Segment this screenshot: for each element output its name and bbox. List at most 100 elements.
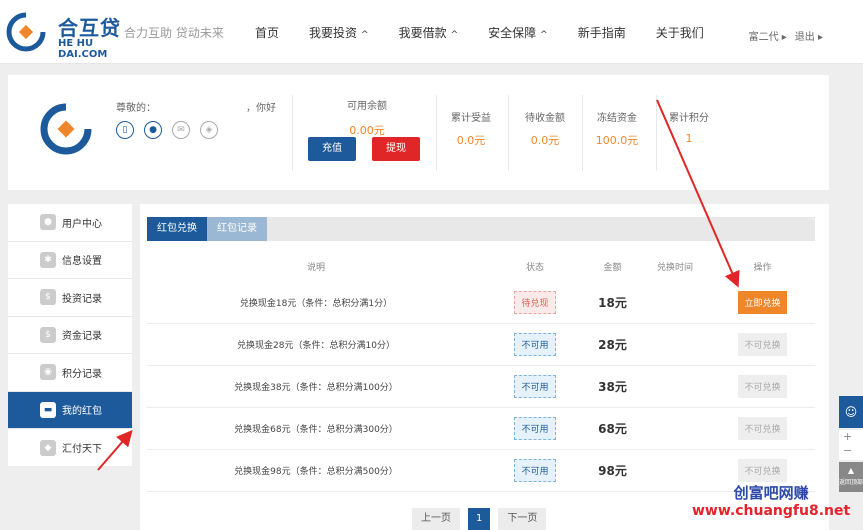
site-logo[interactable]: 合互贷 HE HU DAI.COM [6, 10, 124, 60]
user-links: 富二代 ▸ 退出 ▸ [749, 28, 823, 43]
gear-icon: ✱ [40, 251, 56, 268]
nav-borrow[interactable]: 我要借款 ^ [384, 0, 474, 64]
site-header: 合互贷 HE HU DAI.COM 合力互助 贷动未来 首页 我要投资 ^ 我要借… [0, 0, 863, 64]
money-bag-icon: $ [40, 326, 56, 343]
status-badge: 待兑现 [514, 291, 556, 314]
watermark-line2: www.chuangfu8.net [692, 503, 851, 519]
row-amount: 28元 [598, 338, 627, 352]
shield-icon: ◆ [40, 439, 56, 456]
status-badge: 不可用 [514, 333, 556, 356]
column-header: 状态 [525, 263, 544, 273]
redeem-disabled-button: 不可兑换 [738, 375, 787, 398]
status-badge: 不可用 [514, 417, 556, 440]
logo-text-en: HE HU DAI.COM [58, 38, 108, 60]
zoom-out-button[interactable]: − [843, 444, 863, 458]
recharge-button[interactable]: 充值 [308, 137, 356, 161]
status-badge: 不可用 [514, 375, 556, 398]
nav-home[interactable]: 首页 [240, 0, 294, 64]
stat-value: 0.0元 [530, 134, 560, 147]
stat-frozen-funds: 冻结资金 100.0元 [582, 109, 652, 148]
withdraw-button[interactable]: 提现 [372, 137, 420, 161]
sidebar-item-red-packets[interactable]: ▬ 我的红包 [8, 391, 132, 429]
column-header: 金额 [603, 263, 622, 273]
divider [508, 95, 509, 171]
user-icon: ● [40, 214, 56, 231]
watermark: 创富吧网赚 www.chuangfu8.net [692, 484, 850, 520]
username-link[interactable]: 富二代 ▸ [749, 28, 787, 43]
row-amount: 38元 [598, 380, 627, 394]
stat-value: 0.0元 [456, 134, 486, 147]
qq-chat-icon[interactable]: ☺ [839, 396, 863, 428]
column-header: 兑换时间 [656, 263, 693, 273]
zoom-controls: + − [839, 430, 863, 460]
zoom-in-button[interactable]: + [843, 430, 863, 444]
mail-icon[interactable]: ✉ [172, 121, 190, 139]
tab-redeem[interactable]: 红包兑换 [147, 217, 207, 241]
main-content: 红包兑换 红包记录 说明 状态 金额 兑换时间 操作 兑换现金18元（条件：总积… [140, 204, 829, 530]
logout-link[interactable]: 退出 ▸ [795, 28, 823, 43]
table-row: 兑换现金28元（条件：总积分满10分） 不可用 28元 不可兑换 [147, 324, 815, 366]
nav-security-label: 安全保障 [488, 26, 537, 40]
nav-guide-label: 新手指南 [577, 26, 626, 40]
stat-value: 100.0元 [595, 134, 639, 147]
greeting-prefix: 尊敬的： [116, 103, 156, 114]
table-row: 兑换现金68元（条件：总积分满300分） 不可用 68元 不可兑换 [147, 408, 815, 450]
greeting: 尊敬的： ，你好 [116, 99, 276, 114]
tab-bar: 红包兑换 红包记录 [147, 217, 815, 241]
user-icon[interactable]: ● [144, 121, 162, 139]
card-icon: ▬ [40, 401, 56, 418]
balance-label: 可用余额 [347, 101, 387, 112]
sidebar-item-label: 信息设置 [62, 256, 102, 268]
sidebar-item-points[interactable]: ◉ 积分记录 [8, 354, 132, 392]
balance-block: 可用余额 0.00元 [302, 97, 432, 138]
redeem-now-button[interactable]: 立即兑换 [738, 291, 787, 314]
row-description: 兑换现金38元（条件：总积分满100分） [234, 383, 398, 393]
slogan: 合力互助 贷动未来 [124, 26, 224, 40]
balance-actions: 充值 提现 [308, 137, 420, 161]
nav-about[interactable]: 关于我们 [641, 0, 719, 64]
column-header: 说明 [306, 263, 325, 273]
main-nav: 首页 我要投资 ^ 我要借款 ^ 安全保障 ^ 新手指南 关于我们 [240, 0, 719, 64]
balance-value: 0.00元 [349, 124, 385, 137]
table-row: 兑换现金18元（条件：总积分满1分） 待兑现 18元 立即兑换 [147, 282, 815, 324]
row-description: 兑换现金98元（条件：总积分满500分） [234, 467, 398, 477]
prev-page-button[interactable]: 上一页 [412, 508, 460, 530]
avatar [40, 103, 92, 155]
sidebar-item-settings[interactable]: ✱ 信息设置 [8, 242, 132, 279]
nav-security[interactable]: 安全保障 ^ [473, 0, 563, 64]
sidebar-item-label: 投资记录 [62, 293, 102, 305]
chevron-up-icon: ^ [540, 30, 548, 40]
stat-pending-amount: 待收金额 0.0元 [510, 109, 580, 148]
sidebar-item-label: 汇付天下 [62, 444, 102, 456]
pagination: 上一页 1 下一页 [412, 508, 547, 530]
logo-mark-icon [6, 12, 46, 52]
next-page-button[interactable]: 下一页 [498, 508, 547, 530]
points-icon: ◉ [40, 364, 56, 381]
shield-icon[interactable]: ◈ [200, 121, 218, 139]
stat-label: 累计受益 [451, 113, 491, 124]
logo-text-cn: 合互贷 [58, 16, 121, 40]
account-summary: 尊敬的： ，你好 ▯ ● ✉ ◈ 可用余额 0.00元 充值 提现 累计受益 0.… [8, 75, 829, 190]
sidebar-item-user-center[interactable]: ● 用户中心 [8, 204, 132, 242]
sidebar-item-investments[interactable]: $ 投资记录 [8, 279, 132, 317]
status-badge: 不可用 [514, 459, 556, 482]
row-amount: 98元 [598, 464, 627, 478]
nav-invest-label: 我要投资 [309, 26, 358, 40]
nav-guide[interactable]: 新手指南 [563, 0, 641, 64]
sidebar-item-label: 我的红包 [62, 406, 102, 418]
phone-icon[interactable]: ▯ [116, 121, 134, 139]
stat-total-income: 累计受益 0.0元 [436, 109, 506, 148]
tab-records[interactable]: 红包记录 [207, 217, 267, 241]
stat-total-points: 累计积分 1 [654, 109, 724, 145]
stat-value: 1 [685, 132, 693, 145]
sidebar-item-label: 积分记录 [62, 368, 102, 380]
stat-label: 累计积分 [669, 113, 709, 124]
nav-invest[interactable]: 我要投资 ^ [294, 0, 384, 64]
nav-borrow-label: 我要借款 [398, 26, 447, 40]
page-number-current[interactable]: 1 [468, 508, 491, 530]
row-description: 兑换现金68元（条件：总积分满300分） [234, 425, 398, 435]
arrow-up-icon: ▲ [847, 466, 855, 475]
sidebar-item-chinapnr[interactable]: ◆ 汇付天下 [8, 429, 132, 467]
sidebar-item-funds[interactable]: $ 资金记录 [8, 317, 132, 354]
row-description: 兑换现金18元（条件：总积分满1分） [239, 299, 393, 309]
